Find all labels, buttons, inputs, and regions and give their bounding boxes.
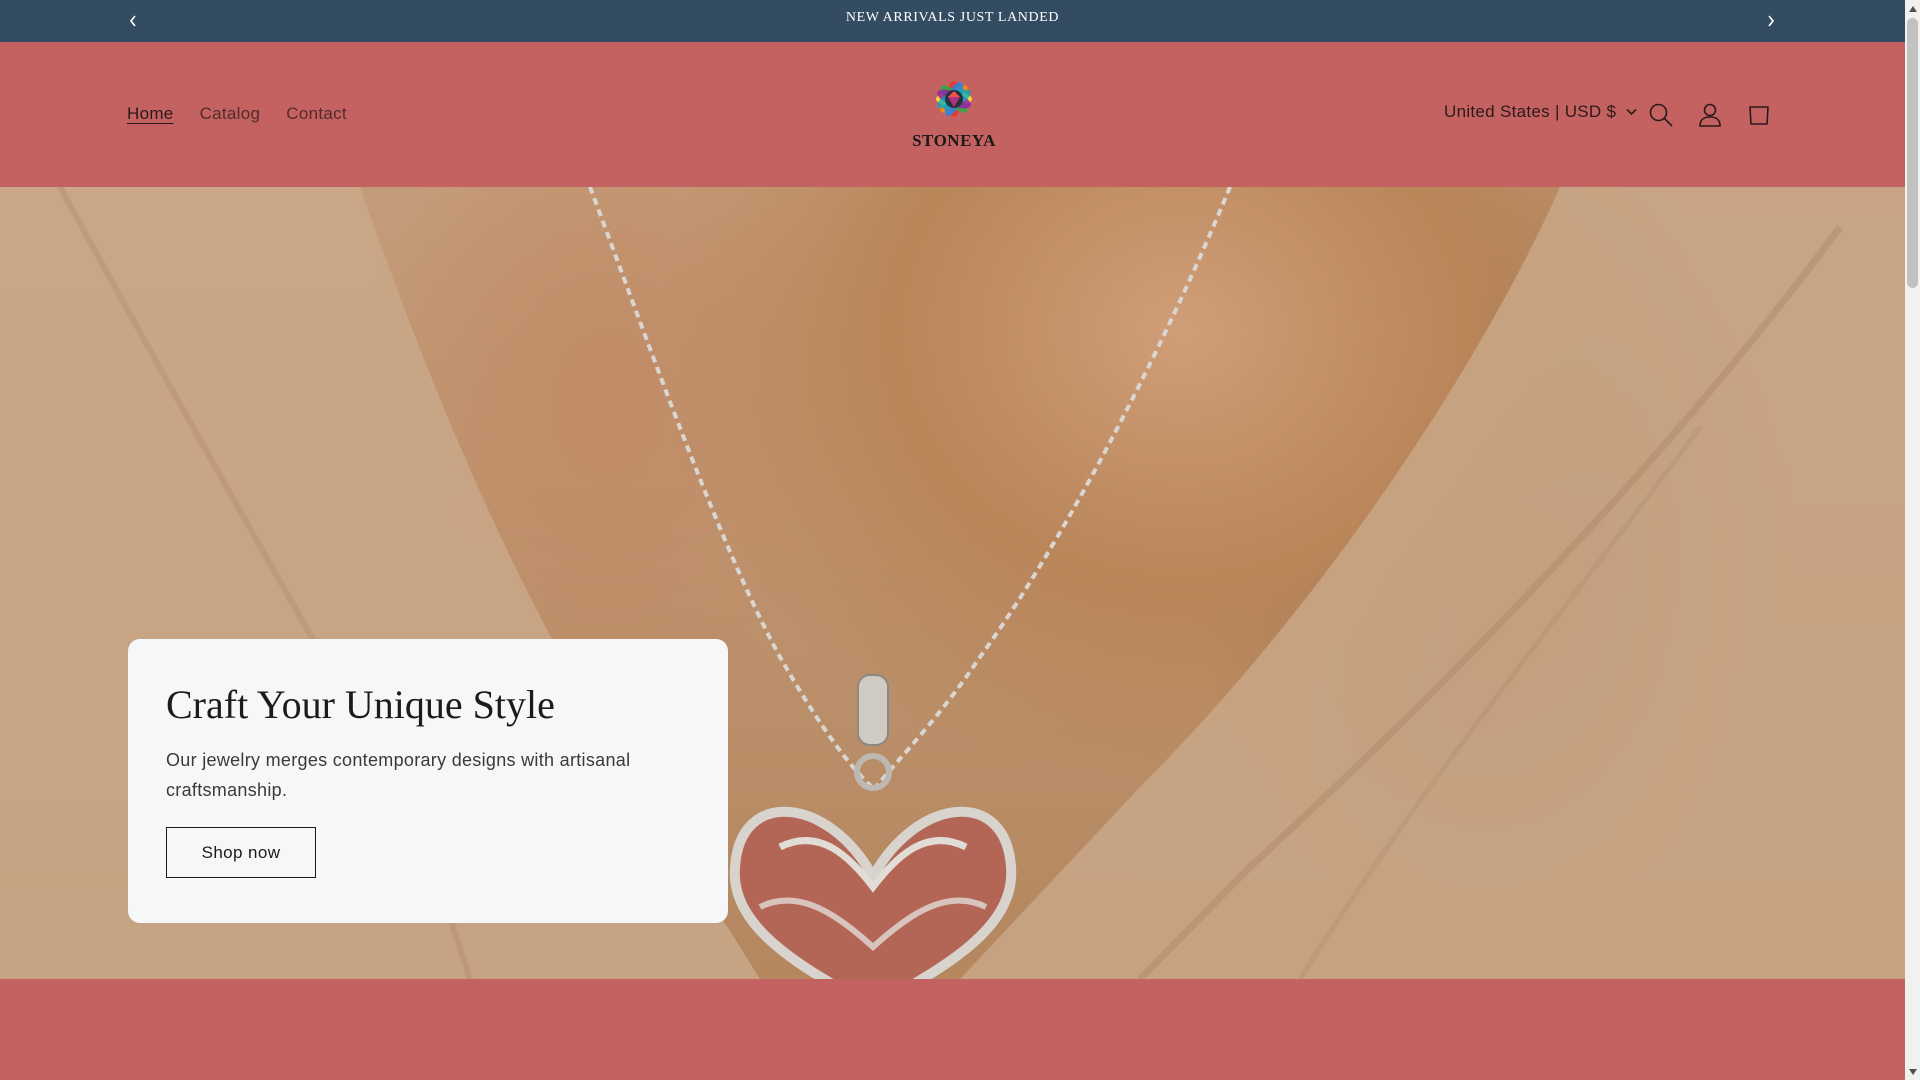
next-section (0, 979, 1905, 1080)
chevron-down-icon (1626, 108, 1637, 116)
cart-icon (1749, 106, 1769, 125)
nav-contact-link[interactable]: Contact (286, 104, 347, 124)
site-header: Home Catalog Contact STONEYA United Stat… (0, 42, 1905, 187)
announcement-bar: NEW ARRIVALS JUST LANDED (0, 0, 1905, 43)
stoneya-gem-logo (936, 81, 972, 117)
page-scrollbar[interactable] (1905, 0, 1920, 1080)
hero-banner: Craft Your Unique Style Our jewelry merg… (0, 187, 1905, 979)
nav-home-link[interactable]: Home (127, 104, 174, 124)
hero-subtitle: Our jewelry merges contemporary designs … (166, 750, 631, 800)
search-button[interactable] (1646, 100, 1676, 130)
hero-content-card: Craft Your Unique Style Our jewelry merg… (128, 639, 728, 923)
scroll-down-button[interactable] (1905, 1063, 1920, 1080)
scrollbar-thumb[interactable] (1907, 18, 1918, 288)
hero-title: Craft Your Unique Style (166, 682, 555, 727)
site-logo[interactable]: STONEYA (904, 70, 1004, 152)
account-button[interactable] (1695, 100, 1725, 130)
cart-button[interactable] (1744, 100, 1774, 130)
scroll-up-button[interactable] (1905, 0, 1920, 17)
shop-now-button[interactable]: Shop now (166, 827, 316, 878)
triangle-up-icon (1908, 5, 1917, 12)
logo-text: STONEYA (912, 131, 996, 150)
announcement-text: NEW ARRIVALS JUST LANDED (845, 10, 1060, 25)
chevron-right-icon (1768, 15, 1775, 27)
locale-label: United States | USD $ (1444, 102, 1617, 121)
main-nav: Home Catalog Contact (127, 104, 373, 124)
search-icon (1649, 103, 1673, 127)
announcement-next-button[interactable] (1759, 9, 1783, 33)
nav-catalog-link[interactable]: Catalog (200, 104, 261, 124)
triangle-down-icon (1908, 1068, 1917, 1075)
country-currency-selector[interactable]: United States | USD $ (1444, 102, 1637, 122)
page: NEW ARRIVALS JUST LANDED Home Catalog Co… (0, 0, 1905, 1080)
account-icon (1699, 103, 1721, 127)
